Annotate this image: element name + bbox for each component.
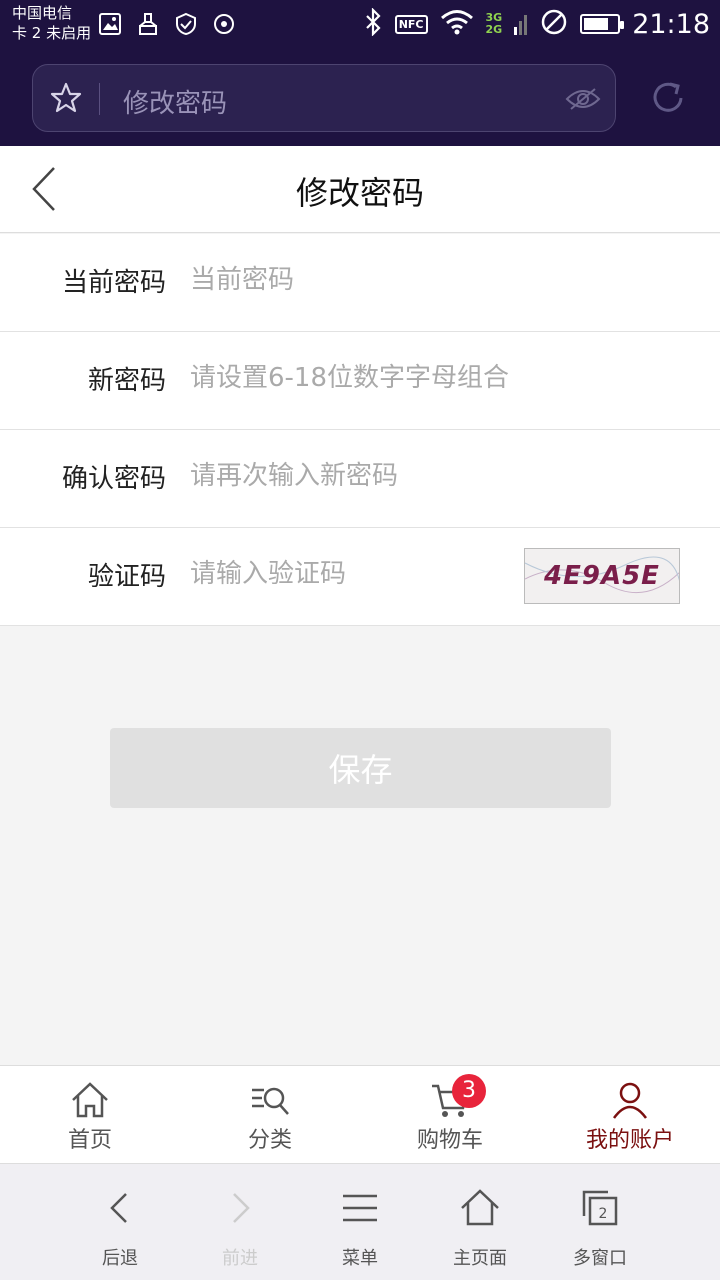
- captcha-input[interactable]: [190, 548, 510, 600]
- battery-fill: [584, 18, 609, 30]
- carrier-info: 中国电信 卡 2 未启用: [12, 3, 91, 43]
- browser-windows-label: 多窗口: [573, 1248, 627, 1269]
- confirm-password-input[interactable]: [190, 450, 510, 502]
- clock: 21:18: [632, 8, 710, 40]
- nfc-icon: NFC: [394, 14, 428, 34]
- browser-back-label: 后退: [102, 1248, 138, 1269]
- captcha-image[interactable]: 4E9A5E: [524, 548, 680, 604]
- forward-icon: [220, 1188, 260, 1228]
- save-button[interactable]: 保存: [110, 728, 611, 808]
- cart-badge: 3: [452, 1074, 486, 1108]
- battery-icon: [580, 14, 625, 34]
- browser-forward-button[interactable]: 前进: [180, 1164, 300, 1280]
- browser-toolbar: 修改密码: [0, 50, 720, 146]
- eye-off-icon[interactable]: [565, 87, 601, 111]
- wifi-icon: [440, 9, 474, 39]
- tab-home[interactable]: 首页: [0, 1066, 180, 1163]
- address-text[interactable]: 修改密码: [123, 83, 227, 120]
- app-tab-bar: 首页 分类 3 购物车 我的账户: [0, 1065, 720, 1163]
- home-icon: [460, 1188, 500, 1228]
- home-icon: [70, 1080, 110, 1120]
- tab-cart-label: 购物车: [416, 1128, 483, 1153]
- bookmark-star-icon[interactable]: [49, 81, 83, 115]
- notification-icons: [98, 12, 236, 36]
- bluetooth-icon: [363, 7, 383, 40]
- browser-forward-label: 前进: [222, 1248, 258, 1269]
- tab-cart[interactable]: 3 购物车: [360, 1066, 540, 1163]
- signal-icon: [514, 9, 528, 39]
- address-bar[interactable]: 修改密码: [32, 64, 616, 132]
- network-type: 3G 2G: [485, 11, 503, 36]
- new-password-row: 新密码: [0, 332, 720, 430]
- tab-category[interactable]: 分类: [180, 1066, 360, 1163]
- change-password-form: 当前密码 新密码 确认密码 验证码 4E9A5E: [0, 234, 720, 626]
- reload-icon[interactable]: [648, 78, 688, 118]
- tab-home-label: 首页: [67, 1128, 112, 1153]
- image-icon: [98, 12, 122, 36]
- captcha-label: 验证码: [87, 562, 166, 592]
- browser-menu-button[interactable]: 菜单: [300, 1164, 420, 1280]
- user-icon: [610, 1080, 650, 1120]
- browser-back-button[interactable]: 后退: [60, 1164, 180, 1280]
- sim-status: 卡 2 未启用: [12, 24, 92, 42]
- new-password-input[interactable]: [190, 352, 510, 404]
- back-icon: [100, 1188, 140, 1228]
- current-password-label: 当前密码: [61, 268, 166, 298]
- do-not-disturb-icon: [540, 8, 568, 40]
- carrier-name: 中国电信: [12, 4, 73, 22]
- category-search-icon: [250, 1080, 290, 1120]
- disk-icon: [212, 12, 236, 36]
- captcha-row: 验证码 4E9A5E: [0, 528, 720, 626]
- browser-home-button[interactable]: 主页面: [420, 1164, 540, 1280]
- current-password-input[interactable]: [190, 254, 510, 306]
- system-status: NFC 3G 2G 21:18: [363, 7, 710, 40]
- page-header: 修改密码: [0, 146, 720, 233]
- confirm-password-row: 确认密码: [0, 430, 720, 528]
- windows-icon: 2: [580, 1188, 620, 1228]
- current-password-row: 当前密码: [0, 234, 720, 332]
- browser-nav-bar: 后退 前进 菜单 主页面 2 多窗口: [0, 1163, 720, 1280]
- browser-home-label: 主页面: [453, 1248, 507, 1269]
- confirm-password-label: 确认密码: [61, 464, 166, 494]
- tab-category-label: 分类: [247, 1128, 292, 1153]
- status-bar: 中国电信 卡 2 未启用 NFC 3G 2G 21:18: [0, 0, 720, 50]
- address-divider: [99, 83, 100, 115]
- browser-windows-button[interactable]: 2 多窗口: [540, 1164, 660, 1280]
- new-password-label: 新密码: [87, 366, 166, 396]
- browser-menu-label: 菜单: [342, 1248, 378, 1269]
- window-count: 2: [599, 1206, 608, 1222]
- cleaner-icon: [136, 12, 160, 36]
- captcha-text: 4E9A5E: [544, 561, 660, 591]
- menu-icon: [340, 1188, 380, 1228]
- shield-icon: [174, 12, 198, 36]
- tab-my-account-label: 我的账户: [585, 1128, 674, 1153]
- page-title: 修改密码: [295, 174, 424, 212]
- tab-my-account[interactable]: 我的账户: [540, 1066, 720, 1163]
